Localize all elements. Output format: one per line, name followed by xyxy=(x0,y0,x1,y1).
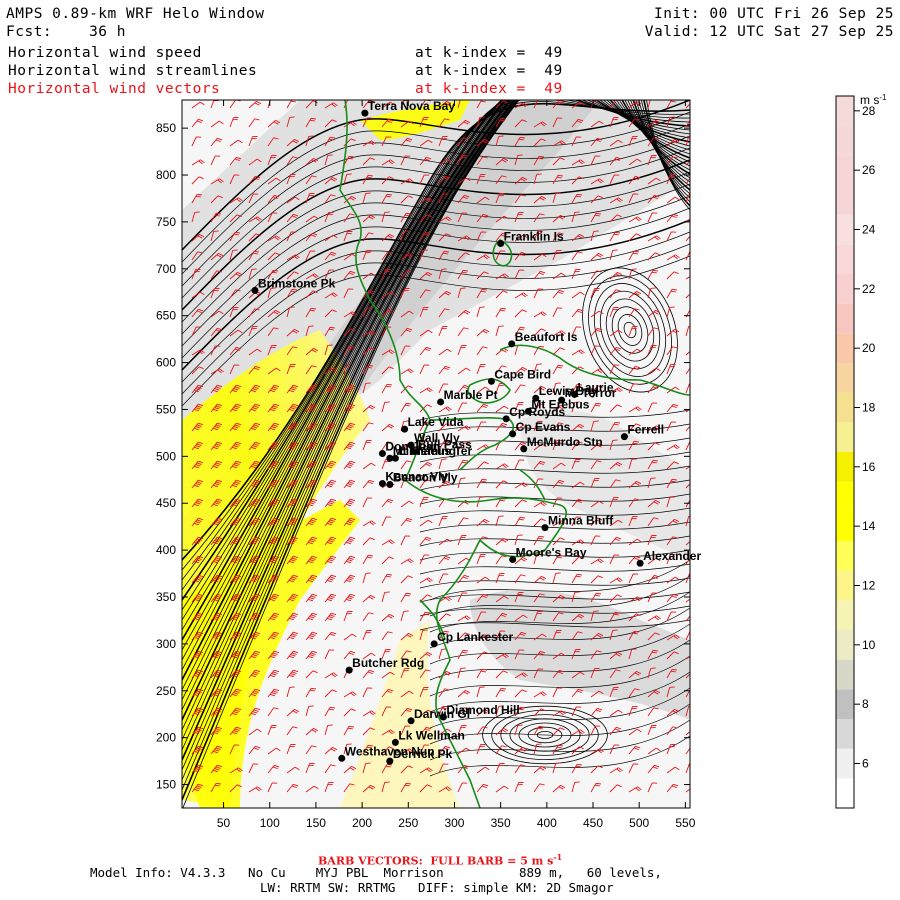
place-label: Moore's Bay xyxy=(516,545,587,559)
place-label: McMurdo Stn xyxy=(527,435,603,449)
place-label: Diamond Hill xyxy=(446,703,519,717)
y-tick-label: 500 xyxy=(156,449,176,463)
place-label: Cape Bird xyxy=(494,367,551,381)
colorbar: 6810121416182022242628 xyxy=(836,96,876,808)
y-tick-label: 150 xyxy=(156,778,176,792)
y-tick-label: 850 xyxy=(156,121,176,135)
place-label: Cp Evans xyxy=(516,420,571,434)
colorbar-label: 20 xyxy=(862,341,876,355)
place-label: Minna Bluff xyxy=(548,514,614,528)
y-tick-label: 250 xyxy=(156,684,176,698)
x-tick-label: 50 xyxy=(217,816,231,830)
place-label: Lk Wellman xyxy=(398,728,464,742)
colorbar-segment xyxy=(836,778,854,808)
y-tick-label: 700 xyxy=(156,262,176,276)
x-tick-label: 450 xyxy=(583,816,603,830)
colorbar-label: 24 xyxy=(862,223,876,237)
colorbar-segment xyxy=(836,452,854,482)
colorbar-segment xyxy=(836,96,854,126)
colorbar-label: 14 xyxy=(862,519,876,533)
x-tick-label: 500 xyxy=(629,816,649,830)
colorbar-label: 26 xyxy=(862,163,876,177)
x-tick-label: 350 xyxy=(491,816,511,830)
y-tick-label: 200 xyxy=(156,731,176,745)
colorbar-segment xyxy=(836,481,854,512)
x-tick-label: 300 xyxy=(444,816,464,830)
wind-map: 50 100 150 200 250 300 350 400 450 500 550 150 200 2… xyxy=(156,93,887,830)
colorbar-segment xyxy=(836,303,854,334)
colorbar-segment xyxy=(836,363,854,393)
y-tick-label: 350 xyxy=(156,590,176,604)
colorbar-label: 6 xyxy=(862,757,869,771)
colorbar-segment xyxy=(836,333,854,363)
place-label: Ferrell xyxy=(627,423,664,437)
colorbar-label: 18 xyxy=(862,401,876,415)
y-tick-label: 400 xyxy=(156,543,176,557)
colorbar-segment xyxy=(836,659,854,690)
place-label: Cp Lankester xyxy=(437,630,513,644)
place-label: Brimstone Pk xyxy=(258,276,336,290)
colorbar-label: 12 xyxy=(862,579,876,593)
colorbar-label: 8 xyxy=(862,697,869,711)
x-tick-label: 150 xyxy=(306,816,326,830)
y-tick-label: 650 xyxy=(156,309,176,323)
colorbar-segment xyxy=(836,155,854,185)
colorbar-label: 22 xyxy=(862,282,876,296)
colorbar-segment xyxy=(836,185,854,215)
place-label: Beaufort Is xyxy=(515,330,578,344)
colorbar-unit: m s-1 xyxy=(860,93,887,107)
y-tick-label: 600 xyxy=(156,356,176,370)
place-label: Beacon Vly xyxy=(393,470,458,484)
x-tick-label: 550 xyxy=(675,816,695,830)
model-info-line2: LW: RRTM SW: RRTMG DIFF: simple KM: 2D S… xyxy=(260,880,614,895)
place-label: Butcher Rdg xyxy=(352,656,424,670)
colorbar-segment xyxy=(836,422,854,452)
y-tick-label: 750 xyxy=(156,215,176,229)
y-tick-label: 800 xyxy=(156,168,176,182)
colorbar-segment xyxy=(836,511,854,541)
colorbar-segment xyxy=(836,630,854,660)
place-label: Lake Vida xyxy=(408,415,464,429)
place-label: Terra Nova Bay xyxy=(368,99,455,113)
colorbar-segment xyxy=(836,214,854,245)
x-tick-label: 250 xyxy=(398,816,418,830)
colorbar-label: 10 xyxy=(862,638,876,652)
place-label: Alexander xyxy=(643,549,701,563)
x-tick-label: 400 xyxy=(537,816,557,830)
place-label: Marble Pt xyxy=(444,388,498,402)
model-info-line1: Model Info: V4.3.3 No Cu MYJ PBL Morriso… xyxy=(90,865,662,880)
colorbar-segment xyxy=(836,689,854,719)
colorbar-segment xyxy=(836,244,854,274)
y-tick-label: 550 xyxy=(156,402,176,416)
colorbar-segment xyxy=(836,748,854,779)
colorbar-segment xyxy=(836,125,854,156)
colorbar-label: 16 xyxy=(862,460,876,474)
colorbar-segment xyxy=(836,392,854,423)
place-label: Derrick Pk xyxy=(393,747,453,761)
place-label: Mt Erebus xyxy=(531,397,589,411)
place-label: Franklin Is xyxy=(504,229,564,243)
x-tick-label: 200 xyxy=(352,816,372,830)
place-label: Linnaeus Ter xyxy=(398,444,472,458)
colorbar-segment xyxy=(836,719,854,749)
x-tick-label: 100 xyxy=(260,816,280,830)
y-tick-label: 450 xyxy=(156,496,176,510)
colorbar-segment xyxy=(836,541,854,571)
y-tick-label: 300 xyxy=(156,637,176,651)
colorbar-segment xyxy=(836,274,854,304)
colorbar-segment xyxy=(836,600,854,630)
colorbar-segment xyxy=(836,570,854,601)
